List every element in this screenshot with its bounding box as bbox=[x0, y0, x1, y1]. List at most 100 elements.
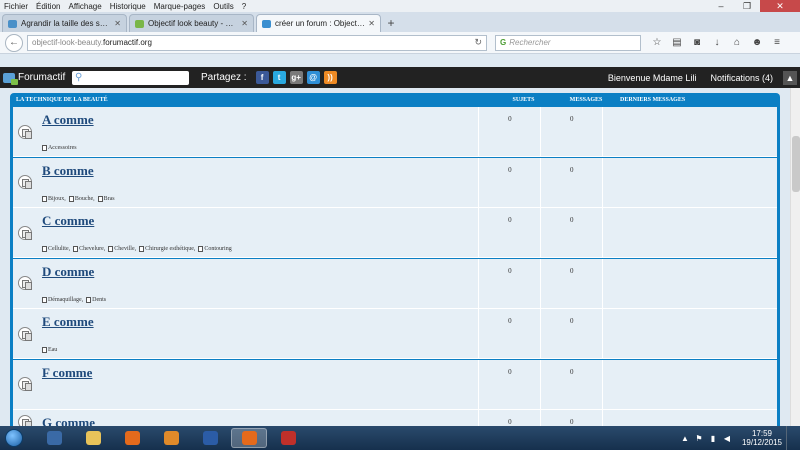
home-icon[interactable]: ⌂ bbox=[727, 37, 747, 48]
reload-icon[interactable]: ↻ bbox=[474, 37, 482, 48]
subforum-link[interactable]: Eau bbox=[41, 347, 58, 353]
flag-icon[interactable]: ⚑ bbox=[694, 434, 704, 443]
tab-close-icon[interactable]: ✕ bbox=[241, 19, 248, 28]
last-message-cell bbox=[602, 410, 777, 426]
welcome-text[interactable]: Bienvenue Mdame Lili bbox=[608, 73, 697, 83]
taskbar-mail-button[interactable] bbox=[153, 428, 189, 448]
forum-title-link[interactable]: D comme bbox=[42, 264, 94, 279]
rss-share-icon[interactable]: )) bbox=[323, 71, 337, 84]
menu-item[interactable]: Marque-pages bbox=[150, 2, 210, 11]
menu-item[interactable]: Affichage bbox=[64, 2, 105, 11]
volume-icon[interactable]: ◀ bbox=[722, 434, 732, 443]
close-window-icon[interactable]: ✕ bbox=[760, 0, 800, 12]
subforum-doc-icon bbox=[139, 246, 145, 252]
pocket-icon[interactable]: ◙ bbox=[687, 37, 707, 48]
forum-read-icon bbox=[17, 414, 32, 426]
email-share-icon[interactable]: @ bbox=[306, 71, 320, 84]
subforum-link[interactable]: Cheville, bbox=[108, 246, 136, 252]
facebook-share-icon[interactable]: f bbox=[255, 71, 269, 84]
messages-count: 0 bbox=[540, 359, 603, 409]
googleplus-share-icon[interactable]: g+ bbox=[289, 71, 303, 84]
forum-status-cell bbox=[13, 158, 37, 207]
download-icon[interactable]: ↓ bbox=[707, 37, 727, 48]
forum-title-link[interactable]: B comme bbox=[42, 163, 94, 178]
network-icon[interactable]: ▮ bbox=[708, 434, 718, 443]
menu-icon[interactable]: ≡ bbox=[767, 37, 787, 48]
forum-read-icon bbox=[17, 276, 32, 290]
forum-row: G comme 0 0 bbox=[13, 410, 777, 426]
minimize-icon[interactable]: – bbox=[708, 0, 734, 12]
menu-item[interactable]: Historique bbox=[106, 2, 150, 11]
subforum-list: Cellulite, Chevelure, Cheville, Chirurgie e… bbox=[41, 246, 235, 252]
subforum-list: Accessoires bbox=[41, 145, 80, 151]
menu-item[interactable]: Fichier bbox=[0, 2, 32, 11]
bookmark-star-icon[interactable]: ☆ bbox=[647, 37, 667, 48]
subforum-link[interactable]: Cellulite, bbox=[41, 246, 70, 252]
menu-item[interactable]: Outils bbox=[209, 2, 237, 11]
forum-title-link[interactable]: F comme bbox=[42, 365, 92, 380]
forum-read-icon bbox=[17, 326, 32, 341]
menu-item[interactable]: Édition bbox=[32, 2, 64, 11]
browser-tab[interactable]: créer un forum : Objectif b... ✕ bbox=[256, 14, 381, 32]
tray-arrow-icon[interactable]: ▲ bbox=[680, 434, 690, 443]
menu-bar: Fichier Édition Affichage Historique Marque-… bbox=[0, 0, 800, 12]
clock[interactable]: 17:59 19/12/2015 bbox=[742, 429, 782, 447]
last-message-cell bbox=[602, 208, 777, 257]
subforum-doc-icon bbox=[41, 145, 47, 151]
topics-count: 0 bbox=[478, 208, 541, 257]
new-tab-icon[interactable]: + bbox=[383, 14, 399, 32]
forum-title-link[interactable]: E comme bbox=[42, 314, 94, 329]
search-input[interactable]: G Rechercher bbox=[495, 34, 641, 51]
taskbar-control-panel-button[interactable] bbox=[36, 428, 72, 448]
taskbar-pdf-button[interactable] bbox=[270, 428, 306, 448]
scrollbar-thumb[interactable] bbox=[792, 136, 800, 192]
forum-title-link[interactable]: C comme bbox=[42, 213, 94, 228]
tab-close-icon[interactable]: ✕ bbox=[368, 19, 375, 28]
forum-read-icon bbox=[17, 377, 32, 391]
subforum-link[interactable]: Bouche, bbox=[68, 195, 95, 202]
subforum-link[interactable]: Accessoires bbox=[41, 145, 77, 151]
taskbar-firefox-button[interactable] bbox=[114, 428, 150, 448]
subforum-link[interactable]: Démaquillage, bbox=[41, 296, 83, 303]
subforum-link[interactable]: Dents bbox=[86, 296, 106, 303]
messages-count: 0 bbox=[540, 208, 603, 257]
last-message-cell bbox=[602, 157, 777, 207]
taskbar-explorer-button[interactable] bbox=[75, 428, 111, 448]
browser-tab[interactable]: Agrandir la taille des sous f...✕ bbox=[2, 14, 127, 32]
browser-tab[interactable]: Objectif look beauty - Bien... ✕ bbox=[129, 14, 254, 32]
subforum-link[interactable]: Bijoux, bbox=[41, 195, 66, 202]
subforum-label: Eau bbox=[47, 347, 58, 353]
forum-row: C comme Cellulite, Chevelure, Cheville, Chir… bbox=[13, 208, 777, 258]
subforum-link[interactable]: Contouring bbox=[198, 246, 232, 252]
tab-bar: Agrandir la taille des sous f...✕Objecti… bbox=[0, 12, 800, 32]
url-bar[interactable]: objectif-look-beauty. forumactif.org ↻ bbox=[27, 34, 487, 51]
vertical-scrollbar[interactable] bbox=[790, 88, 800, 426]
back-button[interactable]: ← bbox=[5, 33, 23, 52]
twitter-share-icon[interactable]: t bbox=[272, 71, 286, 84]
taskbar-firefox-active-button[interactable] bbox=[231, 428, 267, 448]
tab-close-icon[interactable]: ✕ bbox=[114, 19, 121, 28]
forum-title-link[interactable]: A comme bbox=[42, 112, 94, 127]
subforum-link[interactable]: Chirurgie esthétique, bbox=[139, 246, 195, 252]
notifications-link[interactable]: Notifications (4) bbox=[710, 73, 773, 83]
forum-title-link[interactable]: G comme bbox=[42, 415, 95, 426]
subforum-label: Cheville, bbox=[114, 246, 137, 252]
forumactif-logo[interactable]: Forumactif bbox=[0, 72, 72, 85]
col-topics: SUJETS bbox=[512, 97, 535, 103]
show-desktop-button[interactable] bbox=[786, 426, 794, 450]
subforum-link[interactable]: Chevelure, bbox=[73, 246, 105, 252]
category-title[interactable]: LA TECHNIQUE DE LA BEAUTÉ bbox=[13, 97, 491, 103]
magnifier-icon: ⚲ bbox=[75, 72, 83, 83]
taskbar-word-button[interactable] bbox=[192, 428, 228, 448]
maximize-icon[interactable]: ❐ bbox=[734, 0, 760, 12]
forum-row: D comme Démaquillage, Dents 0 0 bbox=[13, 258, 777, 309]
menu-item[interactable]: ? bbox=[238, 2, 250, 11]
subforum-list: Démaquillage, Dents bbox=[41, 296, 109, 303]
scroll-top-icon[interactable]: ▲ bbox=[783, 70, 797, 85]
firefox-icon bbox=[124, 431, 140, 445]
chat-icon[interactable]: ☻ bbox=[747, 37, 767, 48]
reading-list-icon[interactable]: ▤ bbox=[667, 37, 687, 48]
subforum-link[interactable]: Bras bbox=[97, 195, 115, 202]
start-button[interactable] bbox=[0, 426, 28, 450]
toolbar-search-input[interactable]: ⚲ bbox=[72, 70, 189, 85]
